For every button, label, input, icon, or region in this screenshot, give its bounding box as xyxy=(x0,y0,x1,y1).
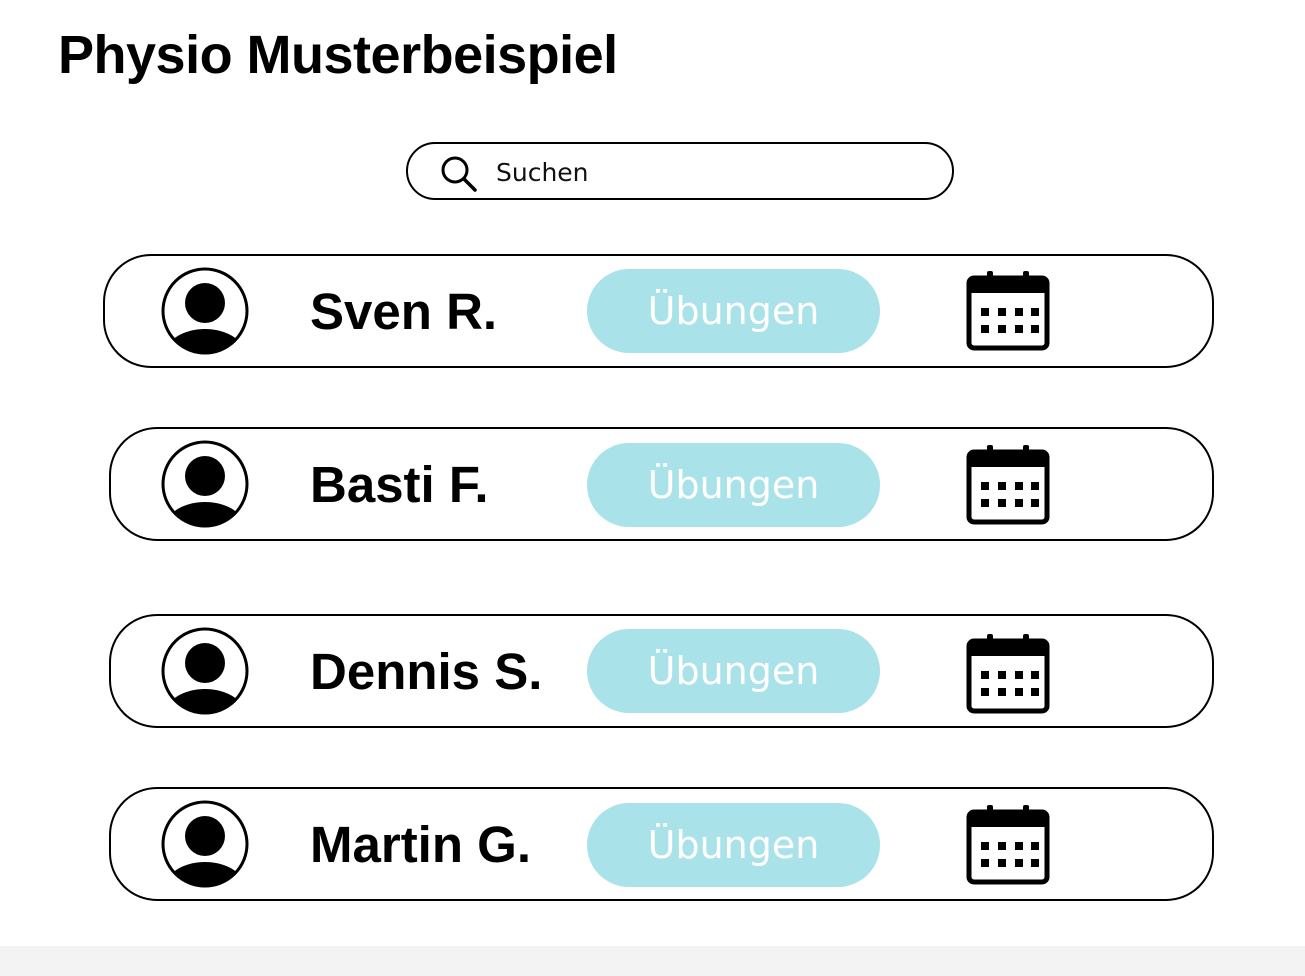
user-avatar-icon xyxy=(161,800,249,888)
calendar-icon[interactable] xyxy=(965,270,1051,352)
exercises-button[interactable]: Übungen xyxy=(587,629,880,713)
patient-name: Sven R. xyxy=(310,283,498,340)
user-avatar-icon xyxy=(161,267,249,355)
user-avatar-icon xyxy=(161,440,249,528)
exercises-button[interactable]: Übungen xyxy=(587,269,880,353)
search-icon xyxy=(441,156,477,192)
calendar-icon[interactable] xyxy=(965,444,1051,526)
calendar-icon[interactable] xyxy=(965,804,1051,886)
search-input[interactable] xyxy=(496,154,916,190)
search-bar[interactable] xyxy=(406,142,954,200)
user-avatar-icon xyxy=(161,627,249,715)
patient-name: Martin G. xyxy=(310,816,532,873)
patient-name: Basti F. xyxy=(310,456,489,513)
patient-name: Dennis S. xyxy=(310,643,543,700)
exercises-button[interactable]: Übungen xyxy=(587,443,880,527)
calendar-icon[interactable] xyxy=(965,633,1051,715)
page-title: Physio Musterbeispiel xyxy=(58,25,618,85)
footer-strip xyxy=(0,946,1305,976)
exercises-button[interactable]: Übungen xyxy=(587,803,880,887)
